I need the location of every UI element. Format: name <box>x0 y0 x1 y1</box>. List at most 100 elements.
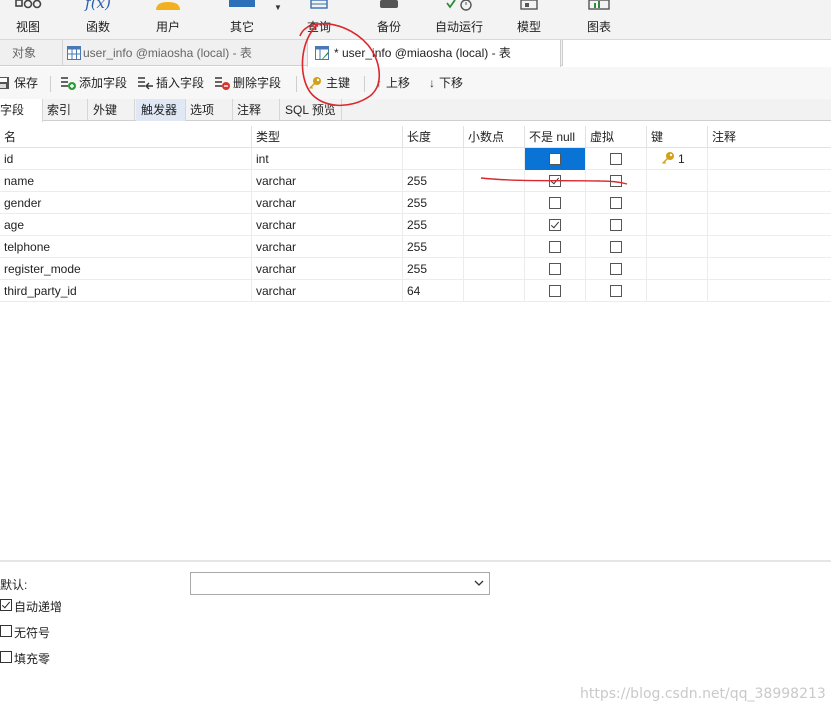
not-null-checkbox[interactable] <box>548 197 561 209</box>
cell-not-null[interactable] <box>525 148 586 170</box>
cell-name[interactable]: name <box>0 170 252 192</box>
cell-comment[interactable] <box>708 280 831 302</box>
toolbar-query-button[interactable]: 查询 <box>287 0 351 40</box>
table-row[interactable]: gender varchar 255 <box>0 192 831 214</box>
cell-type[interactable]: int <box>252 148 403 170</box>
cell-length[interactable]: 255 <box>403 236 464 258</box>
zerofill-checkbox[interactable] <box>0 651 12 663</box>
cell-virtual[interactable] <box>586 192 647 214</box>
toolbar-function-button[interactable]: f(x) 函数 <box>66 0 130 40</box>
cell-key[interactable] <box>647 170 708 192</box>
virtual-checkbox[interactable] <box>609 197 622 209</box>
auto-increment-checkbox[interactable] <box>0 599 12 611</box>
cell-length[interactable]: 255 <box>403 192 464 214</box>
table-row[interactable]: telphone varchar 255 <box>0 236 831 258</box>
not-null-checkbox[interactable] <box>548 241 561 253</box>
not-null-checkbox[interactable] <box>548 263 561 275</box>
tab-indexes[interactable]: 索引 <box>42 99 88 121</box>
header-not-null[interactable]: 不是 null <box>525 126 586 148</box>
cell-name[interactable]: telphone <box>0 236 252 258</box>
tab-fields[interactable]: 字段 <box>0 99 43 122</box>
cell-key[interactable]: 1 <box>647 148 708 170</box>
cell-key[interactable] <box>647 280 708 302</box>
cell-decimal[interactable] <box>464 236 525 258</box>
header-decimal[interactable]: 小数点 <box>464 126 525 148</box>
header-type[interactable]: 类型 <box>252 126 403 148</box>
cell-key[interactable] <box>647 214 708 236</box>
cell-comment[interactable] <box>708 214 831 236</box>
cell-length[interactable]: 64 <box>403 280 464 302</box>
cell-type[interactable]: varchar <box>252 170 403 192</box>
table-row[interactable]: register_mode varchar 255 <box>0 258 831 280</box>
cell-decimal[interactable] <box>464 148 525 170</box>
not-null-checkbox[interactable] <box>548 219 561 231</box>
cell-virtual[interactable] <box>586 236 647 258</box>
tab-comments[interactable]: 注释 <box>232 99 280 121</box>
virtual-checkbox[interactable] <box>609 263 622 275</box>
unsigned-checkbox[interactable] <box>0 625 12 637</box>
table-row[interactable]: third_party_id varchar 64 <box>0 280 831 302</box>
header-virtual[interactable]: 虚拟 <box>586 126 647 148</box>
cell-decimal[interactable] <box>464 170 525 192</box>
cell-comment[interactable] <box>708 236 831 258</box>
cell-comment[interactable] <box>708 148 831 170</box>
header-length[interactable]: 长度 <box>403 126 464 148</box>
cell-name[interactable]: gender <box>0 192 252 214</box>
cell-name[interactable]: age <box>0 214 252 236</box>
cell-not-null[interactable] <box>525 258 586 280</box>
cell-virtual[interactable] <box>586 258 647 280</box>
cell-not-null[interactable] <box>525 170 586 192</box>
cell-decimal[interactable] <box>464 214 525 236</box>
tab-triggers[interactable]: 触发器 <box>136 99 186 121</box>
cell-type[interactable]: varchar <box>252 214 403 236</box>
tab-options[interactable]: 选项 <box>185 99 233 121</box>
cell-decimal[interactable] <box>464 280 525 302</box>
toolbar-view-button[interactable]: 视图 <box>0 0 60 40</box>
cell-length[interactable]: 255 <box>403 214 464 236</box>
add-field-button[interactable]: 添加字段 <box>61 67 127 99</box>
cell-not-null[interactable] <box>525 236 586 258</box>
virtual-checkbox[interactable] <box>609 241 622 253</box>
cell-length[interactable]: 255 <box>403 170 464 192</box>
table-row[interactable]: age varchar 255 <box>0 214 831 236</box>
cell-comment[interactable] <box>708 258 831 280</box>
header-comment[interactable]: 注释 <box>708 126 831 148</box>
toolbar-backup-button[interactable]: 备份 <box>357 0 421 40</box>
cell-length[interactable] <box>403 148 464 170</box>
cell-decimal[interactable] <box>464 258 525 280</box>
toolbar-autorun-button[interactable]: 自动运行 <box>427 0 491 40</box>
header-name[interactable]: 名 <box>0 126 252 148</box>
cell-comment[interactable] <box>708 192 831 214</box>
cell-virtual[interactable] <box>586 170 647 192</box>
cell-type[interactable]: varchar <box>252 236 403 258</box>
tab-sql-preview[interactable]: SQL 预览 <box>280 99 342 121</box>
cell-type[interactable]: varchar <box>252 192 403 214</box>
virtual-checkbox[interactable] <box>609 219 622 231</box>
virtual-checkbox[interactable] <box>609 285 622 297</box>
cell-not-null[interactable] <box>525 192 586 214</box>
delete-field-button[interactable]: 删除字段 <box>215 67 281 99</box>
table-row[interactable]: id int 1 <box>0 148 831 170</box>
save-button[interactable]: 保存 <box>0 67 38 99</box>
cell-length[interactable]: 255 <box>403 258 464 280</box>
default-select[interactable] <box>190 572 490 595</box>
toolbar-user-button[interactable]: 用户 <box>136 0 200 40</box>
toolbar-chart-button[interactable]: 图表 <box>567 0 631 40</box>
cell-decimal[interactable] <box>464 192 525 214</box>
cell-key[interactable] <box>647 236 708 258</box>
primary-key-button[interactable]: 主键 <box>308 67 350 99</box>
cell-key[interactable] <box>647 258 708 280</box>
cell-key[interactable] <box>647 192 708 214</box>
cell-type[interactable]: varchar <box>252 258 403 280</box>
cell-not-null[interactable] <box>525 280 586 302</box>
header-key[interactable]: 键 <box>647 126 708 148</box>
cell-virtual[interactable] <box>586 148 647 170</box>
not-null-checkbox[interactable] <box>548 153 561 165</box>
tab-user-info[interactable]: user_info @miaosha (local) - 表 <box>62 40 306 66</box>
tab-objects[interactable]: 对象 <box>0 40 60 66</box>
move-up-button[interactable]: ↑ 上移 <box>376 67 410 99</box>
tab-foreign-keys[interactable]: 外键 <box>88 99 135 121</box>
not-null-checkbox[interactable] <box>548 175 561 187</box>
tab-user-info-design[interactable]: * user_info @miaosha (local) - 表 <box>307 40 561 67</box>
toolbar-other-button[interactable]: 其它 ▼ <box>210 0 282 40</box>
